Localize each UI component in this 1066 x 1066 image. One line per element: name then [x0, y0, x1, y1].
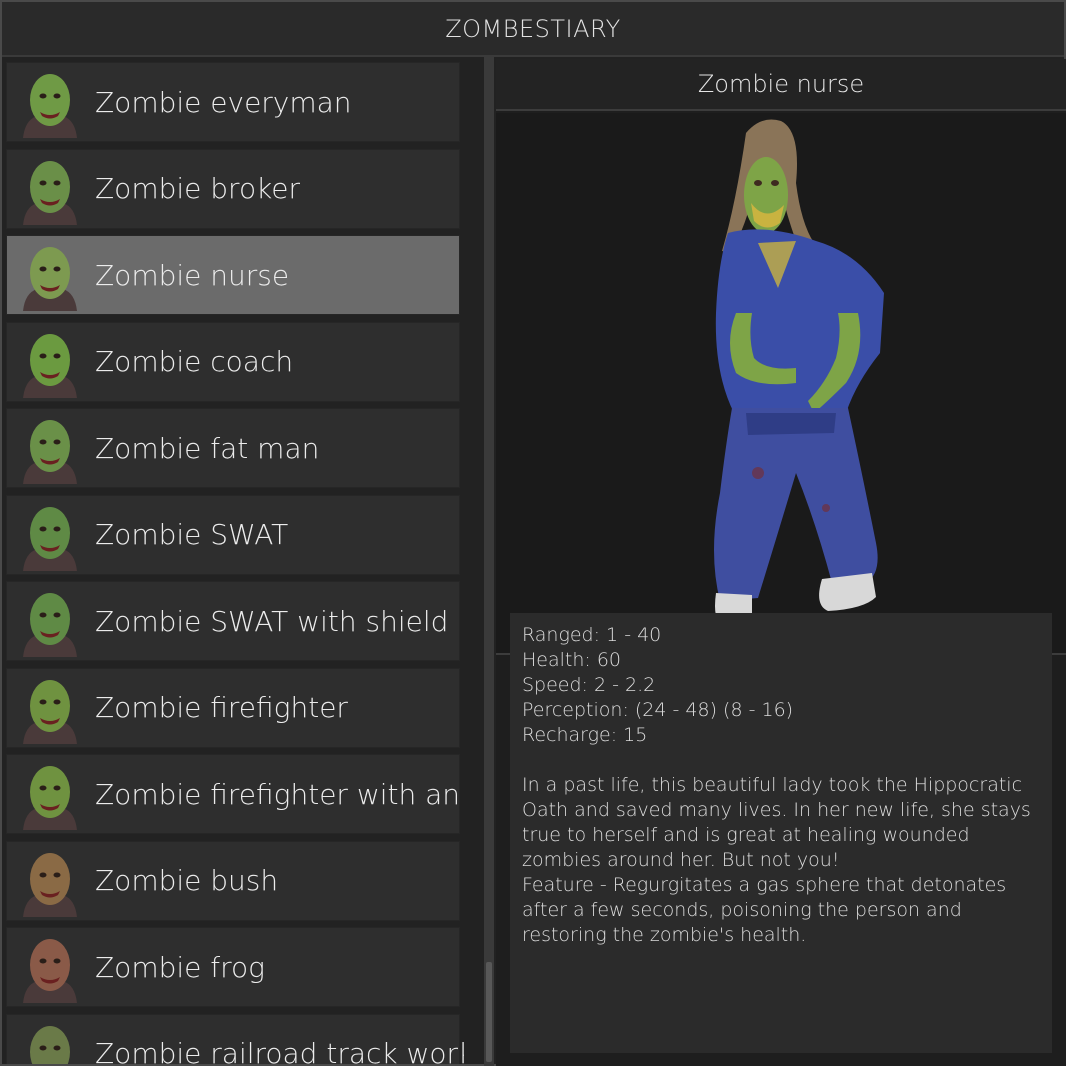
list-item-label: Zombie firefighter with an ax — [95, 777, 464, 811]
zombie-frog-portrait-icon — [23, 939, 77, 1003]
zombie-bush-portrait-icon — [23, 852, 77, 917]
list-item-label: Zombie everyman — [95, 85, 352, 119]
list-item-label: Zombie broker — [95, 172, 301, 205]
list-item[interactable]: Zombie broker — [6, 148, 460, 229]
zombie-fat-man-portrait-icon — [23, 420, 77, 484]
zombie-swat-portrait-icon — [23, 506, 77, 571]
list-item[interactable]: Zombie coach — [6, 321, 460, 402]
list-item-label: Zombie coach — [95, 345, 294, 378]
list-item-label: Zombie fat man — [95, 431, 320, 465]
list-item[interactable]: Zombie bush — [6, 840, 460, 921]
list-item[interactable]: Zombie everyman — [6, 62, 460, 142]
zombie-model-preview — [496, 113, 1066, 655]
list-scrollbar-track[interactable] — [484, 57, 494, 1066]
list-scrollbar-thumb[interactable] — [486, 962, 492, 1062]
zombestiary-window: ZOMBESTIARY Zombie everyman Zombie broker… — [0, 0, 1066, 1066]
list-item-label: Zombie nurse — [95, 258, 290, 292]
list-item[interactable]: Zombie SWAT — [6, 494, 460, 575]
stat-speed: Speed: 2 - 2.2 — [522, 674, 656, 696]
list-item[interactable]: Zombie firefighter with an ax — [6, 754, 464, 834]
list-item-label: Zombie SWAT — [95, 518, 289, 551]
stat-health: Health: 60 — [522, 649, 622, 671]
zombie-swat-shield-portrait-icon — [23, 593, 77, 657]
window-title: ZOMBESTIARY — [2, 2, 1064, 57]
list-item-label: Zombie frog — [95, 950, 265, 984]
list-item[interactable]: Zombie SWAT with shield — [6, 581, 460, 661]
zombie-firefighter-portrait-icon — [23, 679, 77, 744]
list-item[interactable]: Zombie fat man — [6, 408, 460, 488]
selected-zombie-name: Zombie nurse — [496, 59, 1066, 111]
stat-recharge: Recharge: 15 — [522, 724, 648, 746]
zombie-nurse-model-image — [714, 119, 884, 630]
list-item[interactable]: Zombie frog — [6, 927, 460, 1007]
detail-panel: Zombie nurse Ranged: 1 - 40 Health: 60 S… — [496, 59, 1066, 1066]
stat-ranged: Ranged: 1 - 40 — [522, 624, 662, 646]
list-item-label: Zombie railroad track worker — [95, 1037, 464, 1064]
list-item-label: Zombie firefighter — [95, 691, 348, 724]
zombie-railroad-worker-portrait-icon — [30, 1025, 70, 1064]
list-item-label: Zombie bush — [95, 864, 279, 897]
zombie-broker-portrait-icon — [23, 160, 77, 225]
list-item[interactable]: Zombie railroad track worker — [6, 1013, 464, 1064]
zombie-everyman-portrait-icon — [23, 74, 77, 138]
stat-perception: Perception: (24 - 48) (8 - 16) — [522, 699, 794, 721]
zombie-description: In a past life, this beautiful lady took… — [522, 774, 1031, 946]
zombie-nurse-portrait-icon — [23, 247, 77, 311]
list-item[interactable]: Zombie firefighter — [6, 667, 460, 748]
zombie-info-box: Ranged: 1 - 40 Health: 60 Speed: 2 - 2.2… — [510, 613, 1052, 1053]
zombie-list[interactable]: Zombie everyman Zombie broker Zombie nurse… — [6, 60, 464, 1064]
zombie-firefighter-ax-portrait-icon — [23, 766, 77, 830]
list-item[interactable]: Zombie nurse — [6, 235, 460, 315]
list-item-label: Zombie SWAT with shield — [95, 604, 449, 638]
zombie-coach-portrait-icon — [23, 333, 77, 398]
